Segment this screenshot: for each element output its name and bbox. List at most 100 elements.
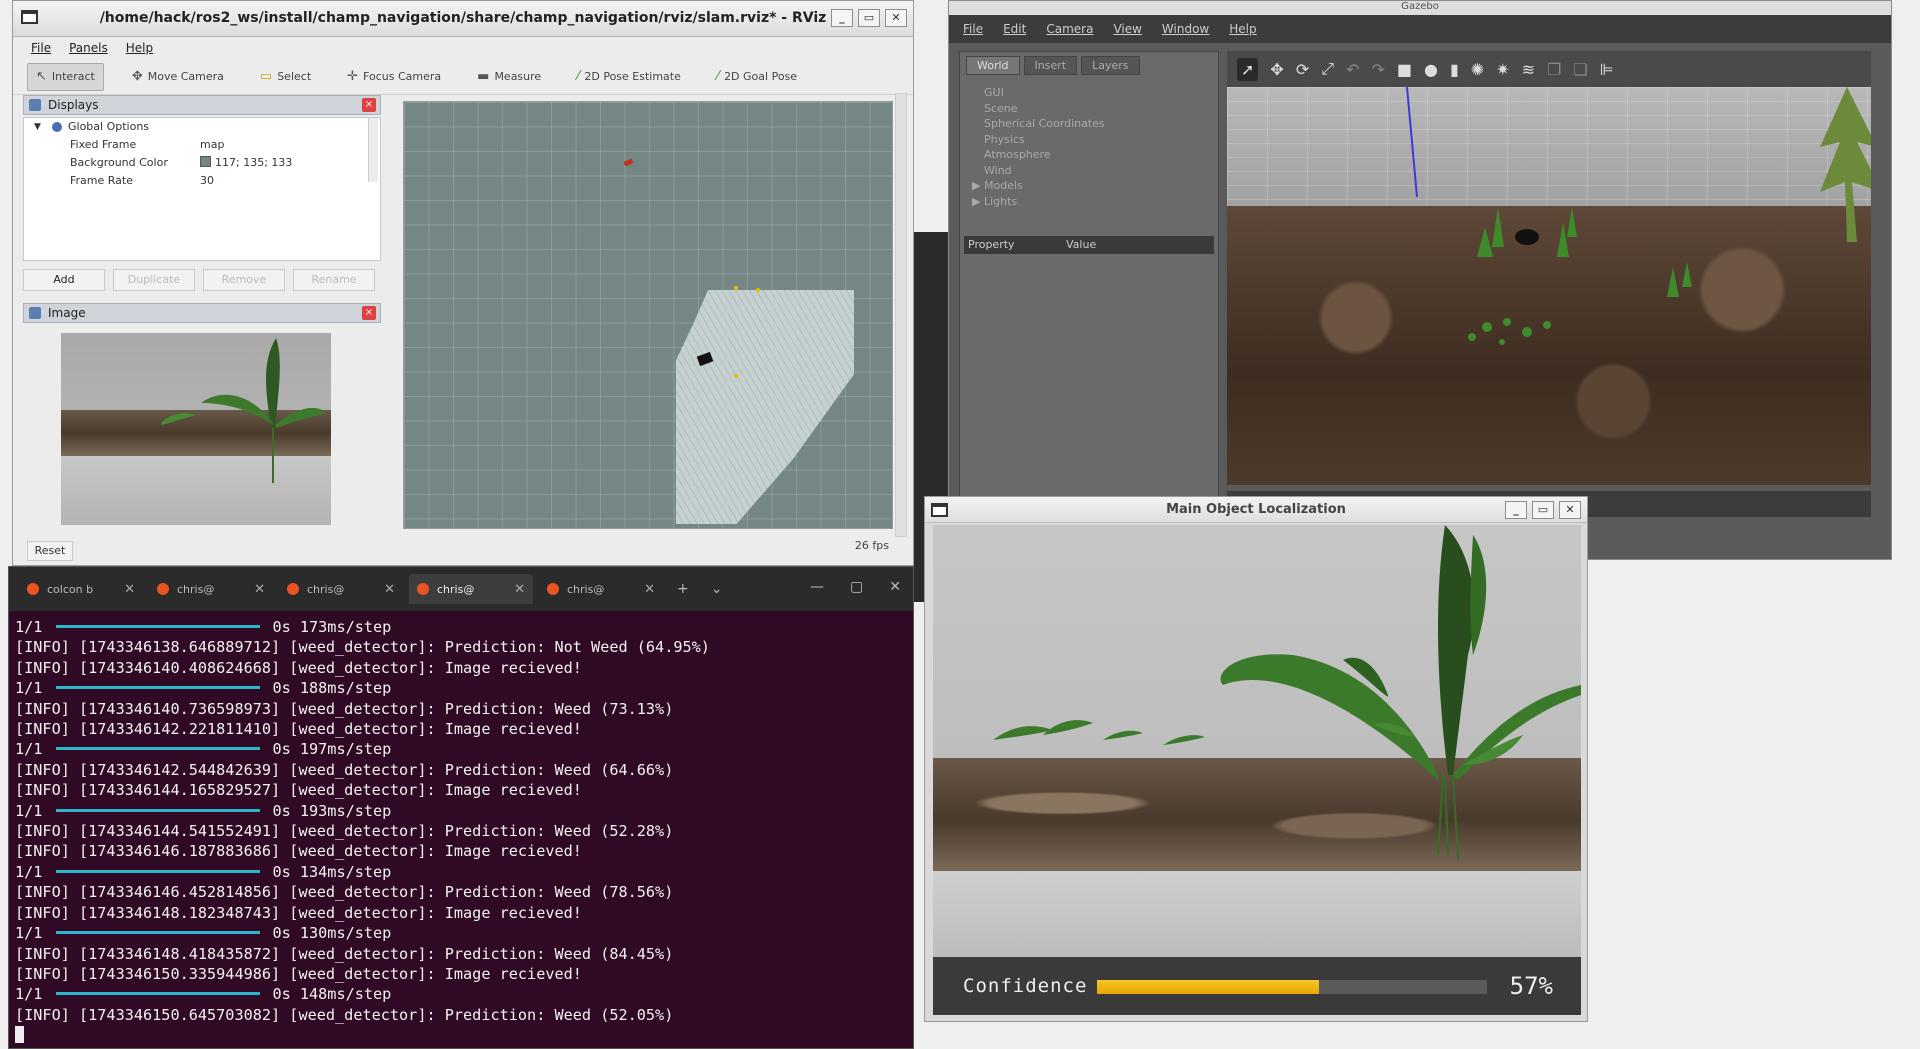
- gazebo-title: Gazebo: [1401, 1, 1439, 12]
- tree-item-gui[interactable]: GUI: [984, 85, 1218, 101]
- close-panel-icon[interactable]: ×: [362, 306, 376, 320]
- terminal-tab-1[interactable]: colcon b ✕: [19, 574, 143, 604]
- new-tab-icon[interactable]: +: [669, 581, 697, 597]
- tab-world[interactable]: World: [966, 56, 1020, 75]
- displays-tree[interactable]: ▼ Global Options Fixed Frame map Backgro…: [23, 117, 381, 261]
- step-progress-bar: [56, 686, 261, 690]
- point-light-icon[interactable]: ✺: [1471, 60, 1484, 79]
- gz-menu-edit[interactable]: Edit: [1003, 22, 1026, 36]
- gazebo-titlebar[interactable]: Gazebo: [949, 1, 1891, 15]
- rviz-titlebar[interactable]: /home/hack/ros2_ws/install/champ_navigat…: [13, 1, 913, 37]
- maximize-button[interactable]: ▢: [850, 579, 863, 595]
- terminal-tab-2[interactable]: chris@ ✕: [149, 574, 273, 604]
- terminal-tab-4[interactable]: chris@ ✕: [409, 574, 533, 604]
- tab-layers[interactable]: Layers: [1081, 56, 1140, 75]
- tree-item-atmosphere[interactable]: Atmosphere: [984, 147, 1218, 163]
- tab-menu-chevron-icon[interactable]: ⌄: [703, 581, 731, 597]
- tab-insert[interactable]: Insert: [1023, 56, 1078, 75]
- tree-row-frame-rate[interactable]: Frame Rate 30: [24, 172, 380, 190]
- tool-2d-goal-pose[interactable]: ⁄ 2D Goal Pose: [709, 63, 805, 91]
- add-button[interactable]: Add: [23, 269, 105, 291]
- step-progress-bar: [56, 869, 261, 873]
- gz-menu-file[interactable]: File: [963, 22, 983, 36]
- directional-light-icon[interactable]: ≋: [1522, 60, 1535, 79]
- minimize-button[interactable]: _: [1505, 501, 1527, 519]
- terminal-tab-5[interactable]: chris@ ✕: [539, 574, 663, 604]
- world-tree[interactable]: GUI Scene Spherical Coordinates Physics …: [960, 79, 1218, 209]
- close-tab-icon[interactable]: ✕: [644, 582, 655, 597]
- gazebo-3d-view[interactable]: [1227, 87, 1871, 485]
- displays-scrollbar[interactable]: [368, 118, 378, 182]
- terminal-output[interactable]: 1/1 0s 173ms/step [INFO] [1743346138.64688…: [9, 611, 913, 1046]
- close-button[interactable]: ✕: [885, 9, 907, 27]
- tree-item-wind[interactable]: Wind: [984, 163, 1218, 179]
- step-progress-bar: [56, 625, 261, 628]
- rename-button[interactable]: Rename: [293, 269, 375, 291]
- tool-move-camera[interactable]: ✥ Move Camera: [124, 63, 232, 91]
- remove-button[interactable]: Remove: [203, 269, 285, 291]
- maximize-button[interactable]: ▭: [858, 9, 880, 27]
- tree-row-global-options[interactable]: ▼ Global Options: [24, 118, 380, 136]
- prop-value[interactable]: 117; 135; 133: [200, 154, 292, 172]
- tool-select[interactable]: ▭ Select: [252, 63, 319, 91]
- gz-menu-camera[interactable]: Camera: [1046, 22, 1093, 36]
- close-tab-icon[interactable]: ✕: [514, 582, 525, 597]
- menu-file[interactable]: File: [31, 41, 51, 55]
- close-button[interactable]: ✕: [889, 579, 901, 595]
- step-count: 1/1: [15, 924, 43, 943]
- copy-icon[interactable]: ❐: [1547, 60, 1561, 79]
- close-button[interactable]: ✕: [1559, 501, 1581, 519]
- gz-menu-help[interactable]: Help: [1229, 22, 1256, 36]
- rviz-3d-view[interactable]: [403, 101, 893, 529]
- tree-item-scene[interactable]: Scene: [984, 101, 1218, 117]
- step-time: 0s 197ms/step: [272, 740, 392, 759]
- box-icon[interactable]: ■: [1397, 60, 1412, 79]
- minimize-button[interactable]: —: [810, 579, 824, 595]
- close-tab-icon[interactable]: ✕: [124, 582, 135, 597]
- gz-menu-view[interactable]: View: [1113, 22, 1141, 36]
- reset-button[interactable]: Reset: [27, 541, 73, 561]
- rviz-view-scrollbar[interactable]: [895, 93, 907, 537]
- prop-value[interactable]: 30: [200, 172, 214, 190]
- terminal-tab-3[interactable]: chris@ ✕: [279, 574, 403, 604]
- menu-panels[interactable]: Panels: [69, 41, 108, 55]
- tree-row-fixed-frame[interactable]: Fixed Frame map: [24, 136, 380, 154]
- duplicate-button[interactable]: Duplicate: [113, 269, 195, 291]
- paste-icon[interactable]: ❏: [1573, 60, 1587, 79]
- maximize-button[interactable]: ▭: [1532, 501, 1554, 519]
- scale-icon[interactable]: ⤢: [1321, 59, 1334, 79]
- gz-menu-window[interactable]: Window: [1162, 22, 1209, 36]
- redo-icon[interactable]: ↷: [1371, 60, 1384, 79]
- expand-arrow-icon[interactable]: ▶: [972, 194, 980, 210]
- localization-titlebar[interactable]: Main Object Localization _ ▭ ✕: [925, 497, 1587, 523]
- undo-icon[interactable]: ↶: [1346, 60, 1359, 79]
- tree-item-lights[interactable]: ▶ Lights: [972, 194, 1218, 210]
- translate-icon[interactable]: ✥: [1270, 60, 1283, 79]
- menu-help[interactable]: Help: [126, 41, 153, 55]
- confidence-bar-fill: [1097, 980, 1320, 994]
- sphere-icon[interactable]: ●: [1424, 60, 1438, 79]
- align-icon[interactable]: ⊫: [1600, 60, 1614, 79]
- tree-item-physics[interactable]: Physics: [984, 132, 1218, 148]
- minimize-button[interactable]: _: [831, 9, 853, 27]
- log-line: [INFO] [1743346148.182348743] [weed_dete…: [15, 903, 582, 922]
- select-arrow-icon[interactable]: ➚: [1237, 57, 1259, 81]
- tree-item-models[interactable]: ▶ Models: [972, 178, 1218, 194]
- tree-row-background-color[interactable]: Background Color 117; 135; 133: [24, 154, 380, 172]
- expand-arrow-icon[interactable]: ▼: [34, 118, 41, 136]
- prop-value[interactable]: map: [200, 136, 224, 154]
- close-panel-icon[interactable]: ×: [362, 98, 376, 112]
- close-tab-icon[interactable]: ✕: [384, 582, 395, 597]
- prop-key: Background Color: [70, 156, 168, 169]
- expand-arrow-icon[interactable]: ▶: [972, 178, 980, 194]
- close-tab-icon[interactable]: ✕: [254, 582, 265, 597]
- tool-interact[interactable]: ↖ Interact: [27, 62, 104, 91]
- tool-2d-pose-estimate[interactable]: ⁄ 2D Pose Estimate: [569, 63, 689, 91]
- tool-measure[interactable]: ▬ Measure: [469, 63, 549, 91]
- cylinder-icon[interactable]: ▮: [1450, 60, 1459, 79]
- pose-estimate-icon: ⁄: [577, 69, 580, 84]
- rotate-icon[interactable]: ⟳: [1296, 60, 1309, 79]
- spot-light-icon[interactable]: ✷: [1496, 60, 1509, 79]
- tree-item-spherical[interactable]: Spherical Coordinates: [984, 116, 1218, 132]
- tool-focus-camera[interactable]: ✛ Focus Camera: [339, 63, 449, 91]
